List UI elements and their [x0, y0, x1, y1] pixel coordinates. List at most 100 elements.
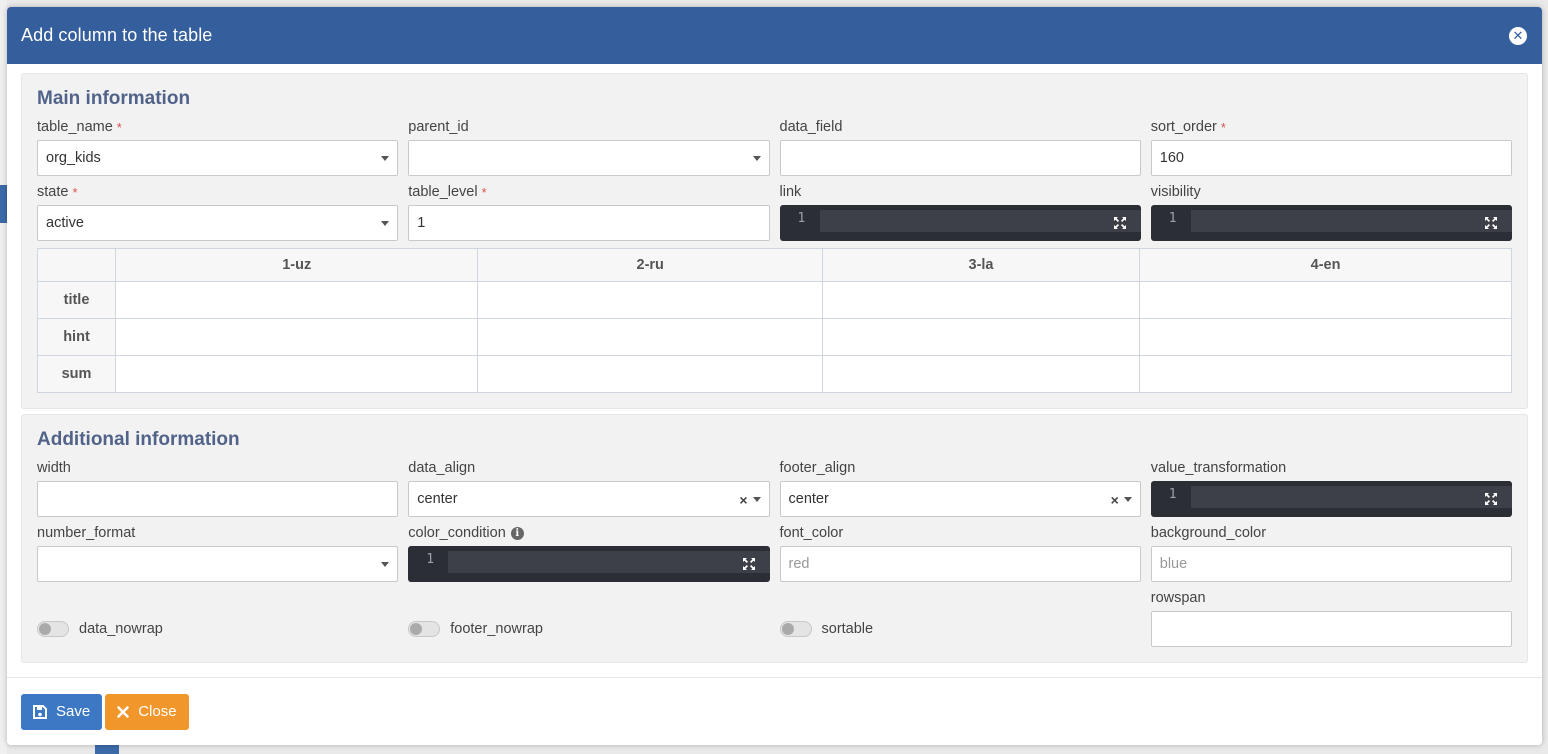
column-header: 4-en — [1139, 248, 1512, 282]
save-label: Save — [56, 703, 91, 720]
table-level-label: table_level — [408, 184, 478, 200]
chevron-down-icon — [752, 497, 761, 502]
row-header: title — [37, 281, 116, 319]
code-line[interactable] — [1190, 210, 1512, 232]
background-sidebar — [0, 0, 7, 754]
number-format-select[interactable] — [37, 546, 399, 582]
code-line[interactable] — [448, 551, 770, 573]
required-mark: * — [116, 120, 122, 135]
row-header: sum — [37, 355, 116, 393]
background-color-input[interactable]: blue — [1150, 546, 1512, 582]
column-header: 3-la — [821, 248, 1141, 282]
link-code-editor[interactable]: 1 — [779, 205, 1141, 241]
state-value: active — [46, 215, 84, 231]
data-field-label: data_field — [779, 119, 843, 135]
font-color-input[interactable]: red — [779, 546, 1141, 582]
parent-id-select[interactable] — [408, 140, 770, 176]
clear-icon[interactable]: × — [739, 492, 747, 508]
table-level-input[interactable]: 1 — [408, 205, 770, 241]
width-input[interactable] — [37, 481, 399, 517]
expand-icon[interactable] — [742, 557, 756, 571]
table-name-select[interactable]: org_kids — [37, 140, 399, 176]
column-header: 2-ru — [477, 248, 823, 282]
table-cell-input[interactable] — [1139, 355, 1512, 393]
table-row: title — [37, 281, 1512, 319]
number-format-label: number_format — [37, 525, 136, 541]
table-cell-input[interactable] — [821, 318, 1141, 356]
table-cell-input[interactable] — [477, 355, 823, 393]
table-cell-input[interactable] — [477, 318, 823, 356]
table-cell-input[interactable] — [114, 318, 479, 356]
data-align-value: center — [417, 491, 458, 507]
chevron-down-icon — [1123, 497, 1132, 502]
code-line[interactable] — [1190, 486, 1512, 508]
state-label: state — [37, 184, 69, 200]
line-number: 1 — [797, 211, 806, 226]
expand-icon[interactable] — [1484, 492, 1498, 506]
required-mark: * — [1220, 120, 1226, 135]
line-number: 1 — [1168, 211, 1177, 226]
modal-title: Add column to the table — [21, 25, 213, 45]
additional-information-section: Additional information width data_align … — [21, 414, 1528, 663]
table-row: sum — [37, 355, 1512, 393]
expand-icon[interactable] — [1484, 216, 1498, 230]
background-color-label: background_color — [1150, 525, 1267, 541]
table-name-label: table_name — [37, 119, 113, 135]
add-column-modal: Add column to the table ✕ Main informati… — [7, 7, 1542, 745]
line-number: 1 — [1168, 487, 1177, 502]
sortable-label: sortable — [821, 621, 874, 637]
chevron-down-icon — [752, 156, 761, 161]
rowspan-label: rowspan — [1150, 590, 1206, 606]
floppy-disk-icon — [33, 704, 47, 719]
data-nowrap-toggle[interactable] — [37, 621, 69, 637]
data-align-select[interactable]: center × — [408, 481, 770, 517]
expand-icon[interactable] — [1113, 216, 1127, 230]
visibility-code-editor[interactable]: 1 — [1150, 205, 1512, 241]
footer-align-label: footer_align — [779, 460, 856, 476]
close-label: Close — [138, 703, 177, 720]
state-select[interactable]: active — [37, 205, 399, 241]
code-line[interactable] — [819, 210, 1141, 232]
modal-body: Main information table_name * org_kids pa… — [7, 64, 1542, 663]
toggle-knob — [39, 623, 51, 635]
section-title: Additional information — [37, 429, 240, 450]
table-row: hint — [37, 318, 1512, 356]
close-icon — [117, 705, 129, 718]
sort-order-input[interactable]: 160 — [1150, 140, 1512, 176]
table-name-value: org_kids — [46, 150, 101, 166]
toggle-knob — [410, 623, 423, 635]
color-condition-code-editor[interactable]: 1 — [408, 546, 770, 582]
footer-align-value: center — [788, 491, 829, 507]
info-icon[interactable]: i — [510, 527, 524, 540]
table-cell-input[interactable] — [114, 355, 479, 393]
close-button[interactable]: Close — [105, 693, 189, 730]
toggle-knob — [781, 623, 794, 635]
sortable-toggle[interactable] — [779, 621, 812, 637]
font-color-placeholder: red — [788, 556, 810, 572]
value-transformation-code-editor[interactable]: 1 — [1150, 481, 1512, 517]
close-icon[interactable]: ✕ — [1509, 26, 1527, 45]
visibility-label: visibility — [1150, 184, 1201, 200]
color-condition-label: color_condition — [408, 525, 506, 541]
sort-order-value: 160 — [1159, 150, 1184, 166]
row-header: hint — [37, 318, 116, 356]
sort-order-label: sort_order — [1150, 119, 1217, 135]
table-cell-input[interactable] — [1139, 318, 1512, 356]
font-color-label: font_color — [779, 525, 844, 541]
table-cell-input[interactable] — [477, 281, 823, 319]
table-cell-input[interactable] — [821, 355, 1141, 393]
table-cell-input[interactable] — [1139, 281, 1512, 319]
column-header: 1-uz — [114, 248, 479, 282]
clear-icon[interactable]: × — [1111, 492, 1119, 508]
data-align-label: data_align — [408, 460, 476, 476]
footer-nowrap-toggle[interactable] — [408, 621, 441, 637]
rowspan-input[interactable] — [1150, 611, 1512, 647]
chevron-down-icon — [381, 156, 390, 161]
background-color-placeholder: blue — [1159, 556, 1188, 572]
footer-align-select[interactable]: center × — [779, 481, 1141, 517]
save-button[interactable]: Save — [21, 693, 103, 730]
table-cell-input[interactable] — [821, 281, 1141, 319]
table-cell-input[interactable] — [114, 281, 479, 319]
data-nowrap-label: data_nowrap — [79, 621, 163, 637]
data-field-input[interactable] — [779, 140, 1141, 176]
